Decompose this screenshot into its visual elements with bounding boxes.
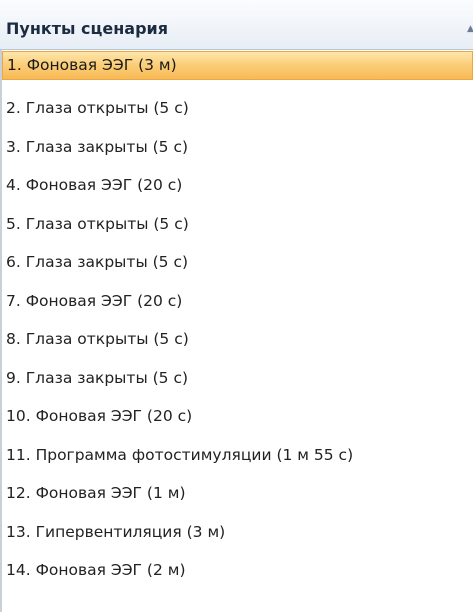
list-item[interactable]: 5. Глаза открыты (5 с) <box>2 205 473 244</box>
list-item[interactable]: 2. Глаза открыты (5 с) <box>2 89 473 128</box>
column-header-title: Пункты сценария <box>6 19 169 38</box>
scenario-items-list: 1. Фоновая ЭЭГ (3 м) 2. Глаза открыты (5… <box>2 50 473 590</box>
list-item[interactable]: 4. Фоновая ЭЭГ (20 с) <box>2 166 473 205</box>
list-item[interactable]: 10. Фоновая ЭЭГ (20 с) <box>2 397 473 436</box>
sort-ascending-icon[interactable]: ▲ <box>467 25 473 34</box>
column-header[interactable]: Пункты сценария ▲ <box>0 0 473 50</box>
list-item[interactable]: 11. Программа фотостимуляции (1 м 55 с) <box>2 436 473 475</box>
list-item[interactable]: 14. Фоновая ЭЭГ (2 м) <box>2 551 473 590</box>
list-item[interactable]: 7. Фоновая ЭЭГ (20 с) <box>2 282 473 321</box>
scenario-items-panel: Пункты сценария ▲ 1. Фоновая ЭЭГ (3 м) 2… <box>0 0 473 612</box>
list-item[interactable]: 8. Глаза открыты (5 с) <box>2 320 473 359</box>
list-item[interactable]: 3. Глаза закрыты (5 с) <box>2 128 473 167</box>
list-item[interactable]: 12. Фоновая ЭЭГ (1 м) <box>2 474 473 513</box>
list-item-selected[interactable]: 1. Фоновая ЭЭГ (3 м) <box>2 51 473 80</box>
list-item[interactable]: 13. Гипервентиляция (3 м) <box>2 513 473 552</box>
list-item[interactable]: 6. Глаза закрыты (5 с) <box>2 243 473 282</box>
list-item[interactable]: 9. Глаза закрыты (5 с) <box>2 359 473 398</box>
